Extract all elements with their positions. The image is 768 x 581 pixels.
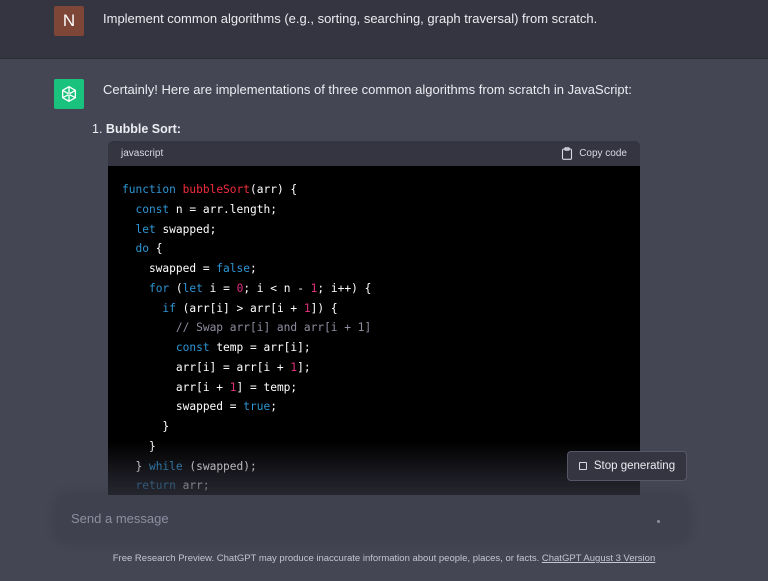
stop-square-icon: [578, 462, 587, 470]
send-button-icon[interactable]: [657, 520, 660, 523]
footer-disclaimer: Free Research Preview. ChatGPT may produ…: [0, 553, 768, 564]
footer-text: Free Research Preview. ChatGPT may produ…: [112, 553, 540, 564]
stop-generating-button[interactable]: Stop generating: [567, 451, 687, 481]
list-title: Bubble Sort:: [105, 122, 181, 136]
code-fade-overlay: [108, 441, 640, 501]
list-item-heading: 1. Bubble Sort:: [92, 122, 181, 136]
clipboard-icon: [562, 147, 573, 160]
message-composer: [57, 495, 687, 541]
user-avatar: N: [54, 6, 84, 36]
user-message-row: N Implement common algorithms (e.g., sor…: [0, 0, 768, 59]
code-language-label: javascript: [121, 148, 164, 159]
copy-code-button[interactable]: Copy code: [561, 147, 627, 160]
code-block: javascript Copy code function bubbleSort…: [108, 141, 640, 501]
copy-code-label: Copy code: [579, 148, 627, 159]
assistant-intro-text: Certainly! Here are implementations of t…: [103, 82, 632, 97]
code-block-header: javascript Copy code: [108, 141, 640, 166]
footer-version-link[interactable]: ChatGPT August 3 Version: [542, 553, 655, 564]
stop-generating-label: Stop generating: [593, 460, 676, 472]
list-number: 1.: [92, 122, 103, 136]
message-input[interactable]: [71, 509, 631, 527]
user-message-text: Implement common algorithms (e.g., sorti…: [103, 11, 598, 26]
openai-logo-icon: [54, 79, 84, 109]
assistant-message-row: Certainly! Here are implementations of t…: [0, 59, 768, 581]
